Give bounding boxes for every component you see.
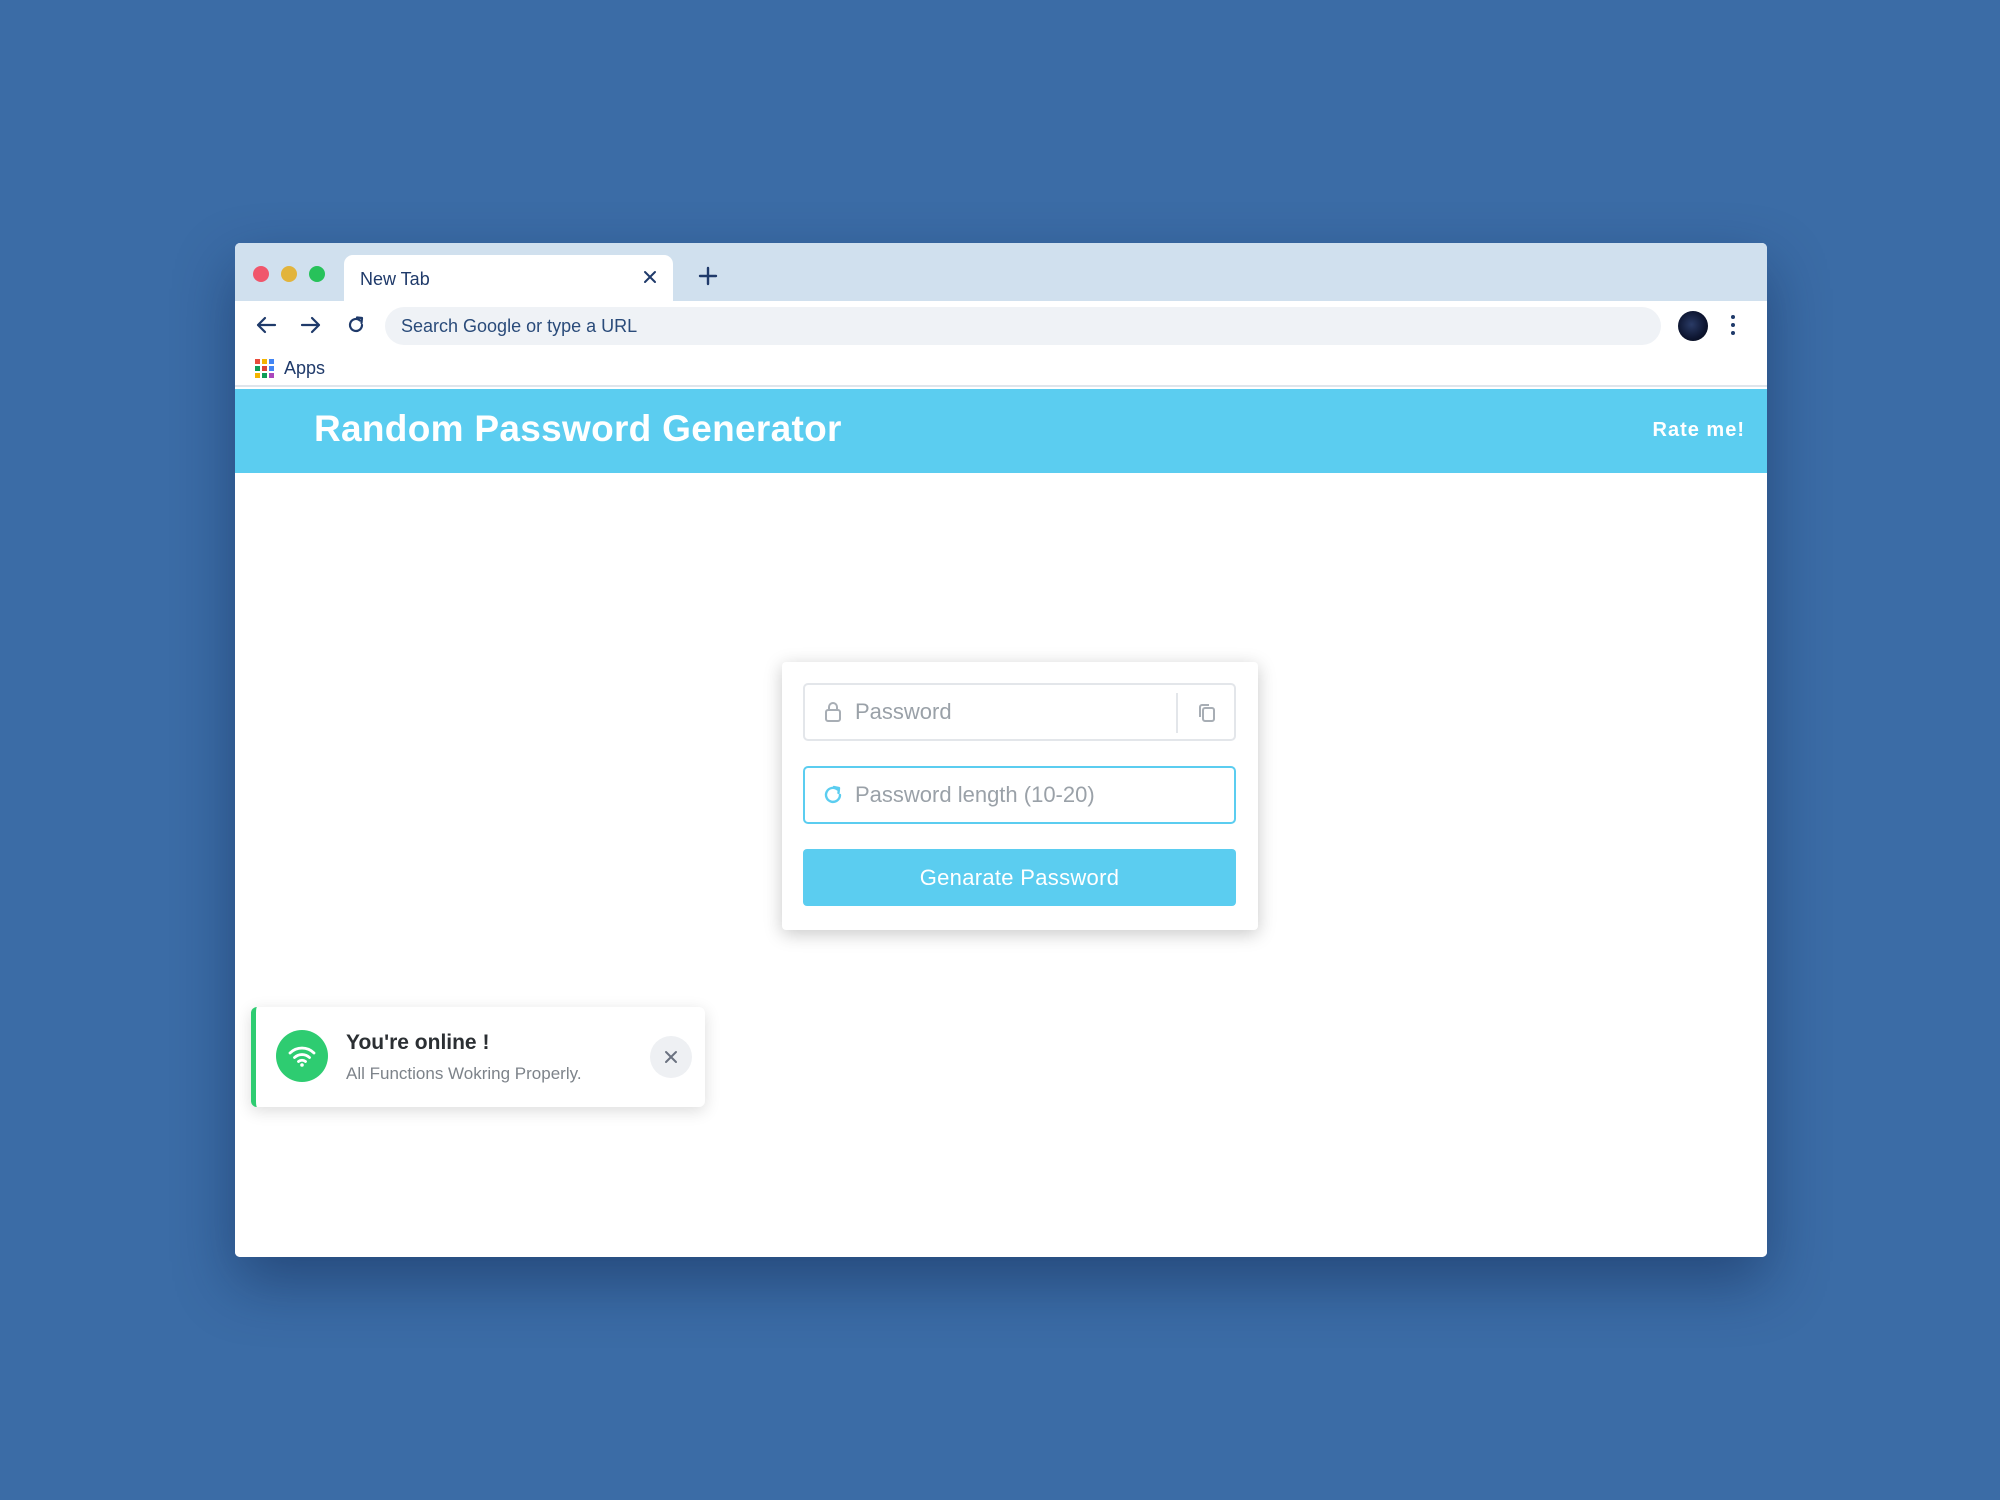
bookmarks-bar: Apps [235, 349, 1767, 387]
site-header: Random Password Generator Rate me! [235, 389, 1767, 473]
window-minimize-button[interactable] [281, 266, 297, 282]
tab-new-tab[interactable]: New Tab [344, 255, 673, 301]
password-length-field[interactable]: Password length (10-20) [803, 766, 1236, 824]
reload-icon[interactable] [341, 310, 371, 340]
window-close-button[interactable] [253, 266, 269, 282]
apps-bookmark[interactable]: Apps [255, 355, 325, 381]
apps-label: Apps [284, 357, 326, 378]
address-bar[interactable] [385, 307, 1661, 345]
rate-me-link[interactable]: Rate me! [1653, 419, 1745, 442]
lock-icon [821, 700, 845, 724]
plus-icon[interactable] [693, 261, 723, 291]
password-output: Password [855, 699, 952, 724]
generate-password-button[interactable]: Genarate Password [803, 849, 1236, 906]
refresh-icon [821, 783, 845, 807]
copy-icon[interactable] [1192, 698, 1222, 728]
more-vert-icon[interactable] [1722, 310, 1744, 340]
divider [1176, 693, 1178, 733]
page-content: Random Password Generator Rate me! Passw… [235, 389, 1767, 1257]
window-maximize-button[interactable] [309, 266, 325, 282]
toast-message: All Functions Wokring Properly. [346, 1064, 582, 1083]
avatar[interactable] [1678, 311, 1708, 341]
tab-title: New Tab [360, 269, 430, 289]
browser-toolbar [235, 301, 1767, 349]
arrow-right-icon[interactable] [296, 310, 326, 340]
apps-grid-icon [255, 358, 274, 378]
generator-card: Password Password length (10-20) Genarat… [782, 662, 1258, 930]
tab-strip: New Tab [235, 243, 1767, 301]
close-icon[interactable] [650, 1036, 692, 1078]
close-icon[interactable] [637, 264, 663, 290]
wifi-icon [276, 1030, 328, 1082]
toast-title: You're online ! [346, 1031, 490, 1054]
password-field[interactable]: Password [803, 683, 1236, 741]
online-toast: You're online ! All Functions Wokring Pr… [251, 1007, 705, 1107]
arrow-left-icon[interactable] [251, 310, 281, 340]
password-length-input: Password length (10-20) [855, 782, 1095, 807]
page-title: Random Password Generator [314, 408, 842, 449]
browser-window: New Tab Apps [235, 243, 1767, 1257]
